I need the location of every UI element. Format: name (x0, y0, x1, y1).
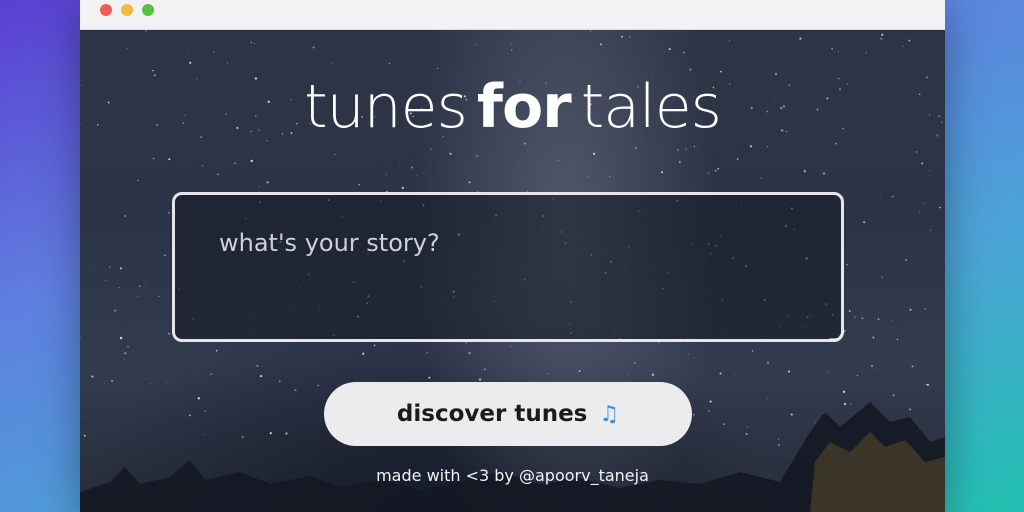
logo-word-for: for (476, 72, 572, 142)
app-logo: tunes for tales (80, 72, 945, 142)
discover-tunes-button[interactable]: discover tunes ♫ (324, 382, 692, 446)
logo-word-tunes: tunes (304, 72, 468, 142)
close-window-button[interactable] (100, 4, 112, 16)
story-input[interactable] (172, 192, 844, 342)
logo-word-tales: tales (580, 72, 722, 142)
footer-credit: made with <3 by @apoorv_taneja (80, 466, 945, 485)
discover-tunes-label: discover tunes (396, 401, 588, 427)
footer-prefix: made with <3 by (376, 466, 519, 485)
zoom-window-button[interactable] (142, 4, 154, 16)
music-notes-icon: ♫ (599, 401, 620, 427)
minimize-window-button[interactable] (121, 4, 133, 16)
page-viewport: tunesfortales discover tunes ♫ made with… (80, 30, 945, 512)
browser-window: tunesfortales discover tunes ♫ made with… (80, 0, 945, 512)
author-handle-link[interactable]: @apoorv_taneja (519, 466, 649, 485)
window-titlebar (80, 0, 945, 30)
